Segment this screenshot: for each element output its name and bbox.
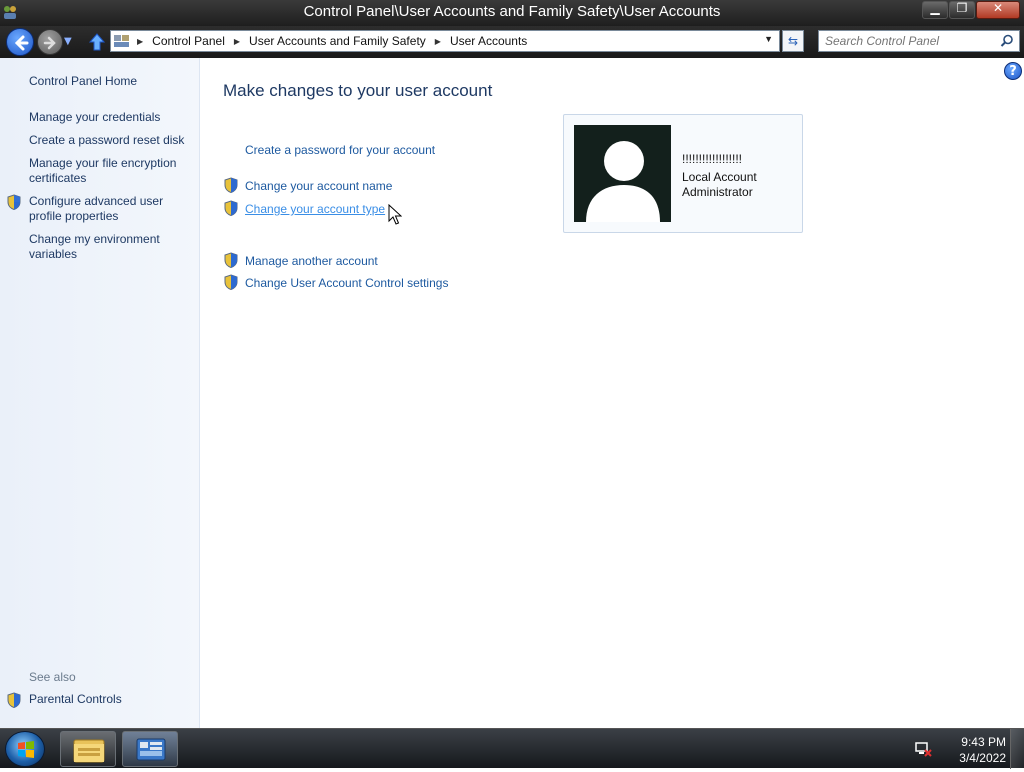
search-input[interactable] [825,33,995,49]
forward-button[interactable] [37,29,63,55]
restore-icon: ❐ [956,1,968,15]
windows-logo-icon [18,741,34,758]
sidebar-file-encryption-certificates[interactable]: Manage your file encryption certificates [29,156,189,186]
sidebar-environment-variables[interactable]: Change my environment variables [29,232,189,262]
sidebar-control-panel-home[interactable]: Control Panel Home [29,74,137,89]
sidebar-password-reset-disk[interactable]: Create a password reset disk [29,133,184,148]
control-panel-icon [136,738,166,761]
task-uac-settings[interactable]: Change User Account Control settings [245,276,448,290]
address-bar[interactable]: ▶ Control Panel ▶ User Accounts and Fami… [110,30,780,52]
help-icon: ? [1009,64,1017,79]
start-button[interactable] [5,731,45,767]
system-clock[interactable]: 9:43 PM 3/4/2022 [938,734,1006,766]
recent-pages-dropdown-icon[interactable]: ▼ [64,36,72,47]
minimize-icon: ▁ [930,1,940,15]
user-silhouette-icon [586,141,660,222]
show-desktop-button[interactable] [1010,729,1024,769]
back-arrow-icon [14,35,29,51]
task-create-password[interactable]: Create a password for your account [245,143,435,157]
up-arrow-icon[interactable] [86,30,108,54]
uac-shield-icon [224,200,238,216]
uac-shield-icon [7,194,21,210]
window-title: Control Panel\User Accounts and Family S… [303,3,721,20]
help-button[interactable]: ? [1004,62,1022,80]
page-title: Make changes to your user account [223,81,493,100]
left-task-pane: Control Panel Home Manage your credentia… [0,58,200,728]
breadcrumb-separator-icon[interactable]: ▶ [137,37,143,46]
back-button[interactable] [6,28,34,56]
close-icon: ✕ [992,1,1004,15]
control-panel-icon [114,35,129,47]
uac-shield-icon [224,252,238,268]
account-tile: !!!!!!!!!!!!!!!!!! Local Account Adminis… [563,114,803,233]
forward-arrow-icon [43,36,56,50]
breadcrumb-user-accounts-family-safety[interactable]: User Accounts and Family Safety [249,34,426,48]
search-box[interactable] [818,30,1020,52]
uac-shield-icon [224,177,238,193]
minimize-button[interactable]: ▁ [922,1,948,19]
refresh-button[interactable]: ⇆ [782,30,804,52]
task-manage-another-account[interactable]: Manage another account [245,254,378,268]
main-content: ? Make changes to your user account Crea… [200,58,1024,728]
sidebar-manage-credentials[interactable]: Manage your credentials [29,110,160,125]
breadcrumb-user-accounts[interactable]: User Accounts [450,34,527,48]
avatar [574,125,671,222]
folder-icon [73,739,105,763]
uac-shield-icon [7,692,21,708]
network-icon[interactable] [914,741,932,757]
account-name: !!!!!!!!!!!!!!!!!! [682,152,743,166]
title-bar: Control Panel\User Accounts and Family S… [0,0,1024,26]
taskbar: 9:43 PM 3/4/2022 [0,728,1024,769]
taskbar-explorer-button[interactable] [60,731,116,767]
account-type: Local Account Administrator [682,170,757,199]
taskbar-control-panel-button[interactable] [122,731,178,767]
close-button[interactable]: ✕ [976,1,1020,19]
uac-shield-icon [224,274,238,290]
clock-date: 3/4/2022 [959,751,1006,765]
task-change-account-type[interactable]: Change your account type [245,202,385,216]
restore-button[interactable]: ❐ [949,1,975,19]
see-also-label: See also [29,670,76,684]
address-dropdown-icon[interactable]: ▼ [764,34,773,44]
clock-time: 9:43 PM [961,735,1006,749]
search-icon[interactable] [1000,34,1014,48]
refresh-icon: ⇆ [787,34,799,48]
mouse-pointer-icon [388,204,402,225]
sidebar-advanced-profile-properties[interactable]: Configure advanced user profile properti… [29,194,189,224]
sidebar-parental-controls[interactable]: Parental Controls [29,692,122,707]
breadcrumb-separator-icon[interactable]: ▶ [234,37,240,46]
task-change-account-name[interactable]: Change your account name [245,179,392,193]
breadcrumb-control-panel[interactable]: Control Panel [152,34,225,48]
breadcrumb-separator-icon[interactable]: ▶ [435,37,441,46]
navigation-bar: ▼ ▶ Control Panel ▶ User Accounts and Fa… [0,26,1024,58]
